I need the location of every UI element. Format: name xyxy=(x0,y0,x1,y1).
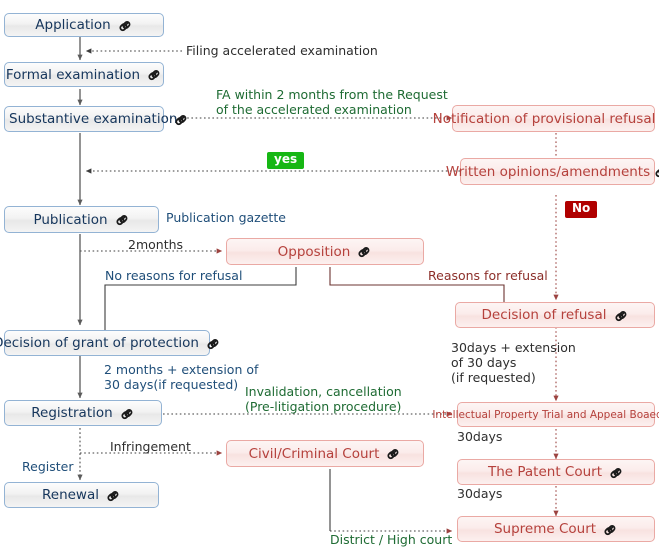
node-formal-examination-label: Formal examination xyxy=(5,66,141,83)
link-chain-icon xyxy=(206,337,221,350)
node-opposition-label: Opposition xyxy=(277,243,351,260)
badge-yes: yes xyxy=(267,152,305,169)
edge-label-30days-board: 30days xyxy=(457,429,503,444)
node-patent-court-label: The Patent Court xyxy=(487,464,603,480)
node-renewal-label: Renewal xyxy=(41,487,99,503)
node-decision-of-refusal[interactable]: Decision of refusal xyxy=(455,302,655,328)
link-chain-icon xyxy=(614,309,629,322)
node-decision-of-refusal-label: Decision of refusal xyxy=(481,307,607,323)
edge-label-publication-gazette: Publication gazette xyxy=(166,210,286,225)
node-publication[interactable]: Publication xyxy=(4,206,159,233)
node-decision-of-grant[interactable]: Decision of grant of protection xyxy=(0,330,219,356)
node-written-opinions[interactable]: Written opinions/amendments xyxy=(446,158,659,185)
node-application[interactable]: Application xyxy=(4,13,164,37)
link-chain-icon xyxy=(609,466,624,479)
edge-label-register: Register xyxy=(22,459,74,474)
node-civil-criminal-court-label: Civil/Criminal Court xyxy=(248,445,380,462)
flowchart-canvas: Application Formal examination Substanti… xyxy=(0,0,659,559)
edge-label-reasons-for-refusal: Reasons for refusal xyxy=(428,268,548,283)
node-written-opinions-label: Written opinions/amendments xyxy=(445,163,651,180)
node-formal-examination[interactable]: Formal examination xyxy=(4,62,164,87)
edge-label-fa-within-2-months: FA within 2 months from the Request of t… xyxy=(216,87,448,117)
node-supreme-court[interactable]: Supreme Court xyxy=(457,516,655,542)
link-chain-icon xyxy=(118,19,133,32)
link-chain-icon xyxy=(106,489,121,502)
link-chain-icon xyxy=(147,68,162,81)
node-substantive-examination-label: Substantive examination xyxy=(9,111,178,127)
edge-label-infringement: Infringement xyxy=(110,439,191,454)
node-ip-trial-appeal-board-label: Intellectual Property Trial and Appeal B… xyxy=(432,408,659,421)
edge-label-30days-patent-court: 30days xyxy=(457,486,503,501)
badge-no: No xyxy=(565,201,598,218)
link-chain-icon xyxy=(174,113,189,126)
node-substantive-examination[interactable]: Substantive examination xyxy=(4,106,187,132)
node-notification-provisional-refusal[interactable]: Notification of provisional refusal xyxy=(433,105,655,132)
node-decision-of-grant-label: Decision of grant of protection xyxy=(0,335,199,351)
node-publication-label: Publication xyxy=(33,211,108,228)
node-notification-provisional-refusal-label: Notification of provisional refusal xyxy=(432,110,656,127)
link-chain-icon xyxy=(386,447,401,460)
link-chain-icon xyxy=(357,245,372,258)
node-supreme-court-label: Supreme Court xyxy=(493,521,597,537)
node-registration-label: Registration xyxy=(31,405,113,421)
edge-label-no-reasons-for-refusal: No reasons for refusal xyxy=(105,268,243,283)
link-chain-icon xyxy=(120,407,135,420)
edge-label-filing-accelerated: Filing accelerated examination xyxy=(186,43,378,58)
node-renewal[interactable]: Renewal xyxy=(4,482,159,508)
node-patent-court[interactable]: The Patent Court xyxy=(457,459,655,485)
edge-label-2months: 2months xyxy=(128,237,184,252)
link-chain-icon xyxy=(115,213,130,226)
link-chain-icon xyxy=(654,165,659,178)
node-ip-trial-appeal-board[interactable]: Intellectual Property Trial and Appeal B… xyxy=(432,402,659,427)
edge-label-30days-extension: 30days + extension of 30 days (if reques… xyxy=(451,340,576,385)
edge-label-invalidation-cancellation: Invalidation, cancellation (Pre-litigati… xyxy=(245,384,402,414)
node-opposition[interactable]: Opposition xyxy=(226,238,424,265)
edge-label-2months-extension: 2 months + extension of 30 days(if reque… xyxy=(104,362,259,392)
link-chain-icon xyxy=(603,523,618,536)
node-application-label: Application xyxy=(35,17,111,33)
node-civil-criminal-court[interactable]: Civil/Criminal Court xyxy=(226,440,424,467)
node-registration[interactable]: Registration xyxy=(4,400,162,426)
edge-label-district-high-court: District / High court xyxy=(330,532,453,547)
